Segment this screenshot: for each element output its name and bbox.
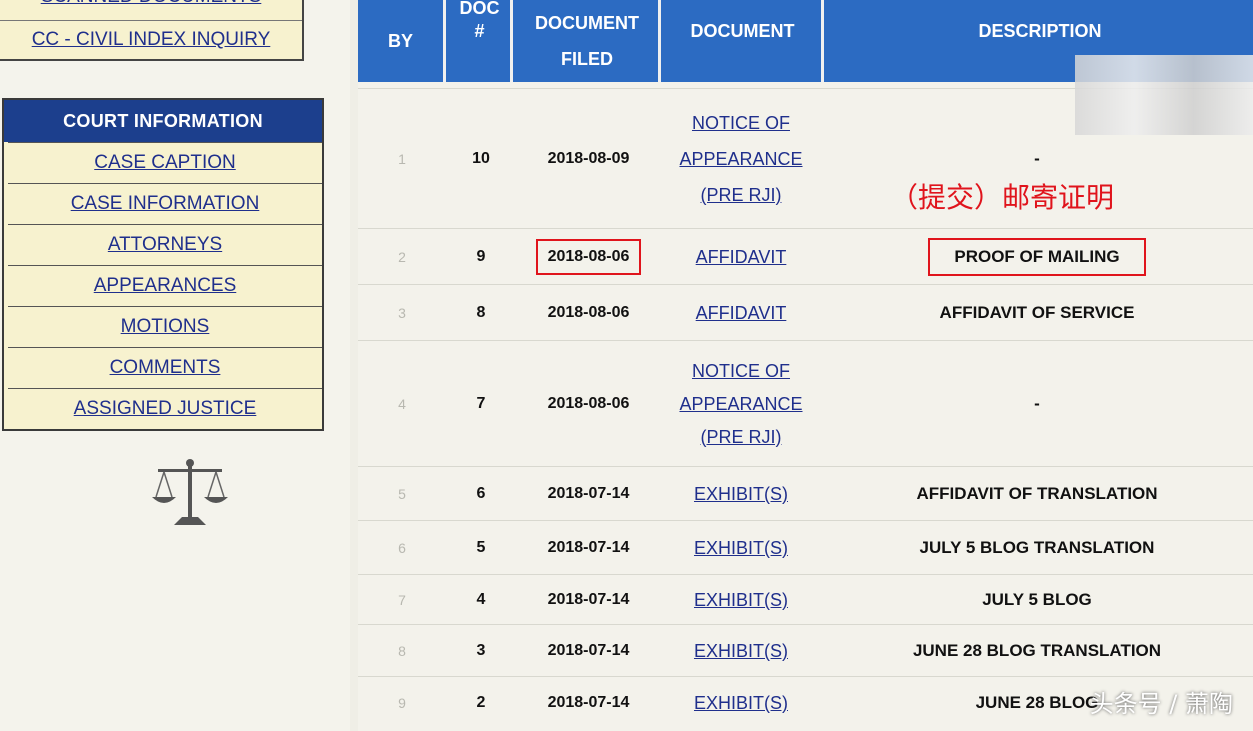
- assigned-justice-link[interactable]: ASSIGNED JUSTICE: [8, 388, 322, 429]
- table-row: 8 3 2018-07-14 EXHIBIT(S) JUNE 28 BLOG T…: [358, 624, 1253, 677]
- row-doc-number: 6: [476, 485, 486, 502]
- table-row: 6 5 2018-07-14 EXHIBIT(S) JULY 5 BLOG TR…: [358, 520, 1253, 575]
- row-doc-number: 8: [476, 304, 486, 321]
- row-date-filed: 2018-08-06: [516, 229, 661, 285]
- motions-link[interactable]: MOTIONS: [8, 306, 322, 347]
- row-date-filed: 2018-08-06: [547, 304, 630, 321]
- row-by: 5: [398, 486, 406, 502]
- row-by: 7: [398, 592, 406, 608]
- row-description: JULY 5 BLOG: [982, 590, 1092, 609]
- table-row: 7 4 2018-07-14 EXHIBIT(S) JULY 5 BLOG: [358, 574, 1253, 625]
- row-doc-number: 10: [472, 150, 490, 167]
- row-document-link[interactable]: EXHIBIT(S): [661, 521, 821, 575]
- header-doc-number: DOC #: [443, 0, 513, 82]
- row-date-filed: 2018-08-09: [547, 150, 630, 167]
- appearances-link[interactable]: APPEARANCES: [8, 265, 322, 306]
- row-doc-number: 2: [476, 694, 486, 711]
- row-description: JULY 5 BLOG TRANSLATION: [919, 538, 1155, 557]
- header-document: DOCUMENT: [658, 0, 824, 82]
- row-by: 4: [398, 396, 406, 412]
- row-date-filed: 2018-07-14: [547, 539, 630, 556]
- row-by: 1: [398, 151, 406, 167]
- row-document-link[interactable]: AFFIDAVIT: [661, 285, 821, 341]
- row-document-link[interactable]: EXHIBIT(S): [661, 575, 821, 625]
- table-row: 5 6 2018-07-14 EXHIBIT(S) AFFIDAVIT OF T…: [358, 466, 1253, 521]
- left-sidebar: SCANNED DOCUMENTS CC - CIVIL INDEX INQUI…: [0, 0, 350, 731]
- row-date-filed: 2018-08-06: [547, 395, 630, 412]
- scanned-documents-link[interactable]: SCANNED DOCUMENTS: [0, 0, 302, 20]
- row-by: 2: [398, 249, 406, 265]
- row-document-link[interactable]: NOTICE OF APPEARANCE (PRE RJI): [661, 341, 821, 467]
- case-caption-link[interactable]: CASE CAPTION: [8, 142, 322, 183]
- chinese-annotation: （提交）邮寄证明: [890, 181, 1115, 214]
- header-document-filed: DOCUMENT FILED: [510, 0, 661, 82]
- court-information-box: COURT INFORMATION CASE CAPTION CASE INFO…: [2, 98, 324, 431]
- scales-of-justice-icon: [152, 459, 228, 525]
- court-information-header: COURT INFORMATION: [4, 100, 322, 142]
- row-document-link[interactable]: EXHIBIT(S): [661, 467, 821, 521]
- watermark: 头条号 / 萧陶: [1089, 690, 1233, 718]
- table-row: 2 9 2018-08-06 AFFIDAVIT PROOF OF MAILIN…: [358, 228, 1253, 285]
- row-description: JUNE 28 BLOG TRANSLATION: [912, 641, 1162, 660]
- attorneys-link[interactable]: ATTORNEYS: [8, 224, 322, 265]
- row-by: 6: [398, 540, 406, 556]
- row-by: 8: [398, 643, 406, 659]
- row-document-link[interactable]: EXHIBIT(S): [661, 625, 821, 677]
- table-row: 3 8 2018-08-06 AFFIDAVIT AFFIDAVIT OF SE…: [358, 284, 1253, 341]
- row-by: 3: [398, 305, 406, 321]
- case-information-link[interactable]: CASE INFORMATION: [8, 183, 322, 224]
- row-date-filed: 2018-07-14: [547, 591, 630, 608]
- row-document-link[interactable]: EXHIBIT(S): [661, 677, 821, 729]
- row-document-link[interactable]: NOTICE OF APPEARANCE (PRE RJI): [661, 89, 821, 229]
- highlighted-date: 2018-08-06: [535, 239, 642, 275]
- highlighted-description: PROOF OF MAILING: [928, 238, 1146, 276]
- row-by: 9: [398, 695, 406, 711]
- row-doc-number: 4: [476, 591, 486, 608]
- top-links-box: SCANNED DOCUMENTS CC - CIVIL INDEX INQUI…: [0, 0, 304, 61]
- row-date-filed: 2018-07-14: [547, 694, 630, 711]
- row-doc-number: 5: [476, 539, 486, 556]
- row-description: AFFIDAVIT OF SERVICE: [939, 303, 1135, 322]
- table-row: 4 7 2018-08-06 NOTICE OF APPEARANCE (PRE R…: [358, 340, 1253, 467]
- row-doc-number: 3: [476, 642, 486, 659]
- row-document-link[interactable]: AFFIDAVIT: [661, 229, 821, 285]
- row-doc-number: 9: [476, 248, 486, 265]
- row-description: AFFIDAVIT OF TRANSLATION: [916, 484, 1158, 503]
- row-date-filed: 2018-07-14: [547, 485, 630, 502]
- blurred-region: [1075, 55, 1253, 135]
- civil-index-inquiry-link[interactable]: CC - CIVIL INDEX INQUIRY: [0, 20, 302, 59]
- header-by: BY: [387, 31, 413, 51]
- comments-link[interactable]: COMMENTS: [8, 347, 322, 388]
- row-doc-number: 7: [476, 395, 486, 412]
- row-date-filed: 2018-07-14: [547, 642, 630, 659]
- row-description: PROOF OF MAILING: [821, 229, 1253, 285]
- row-description: -: [1034, 394, 1040, 413]
